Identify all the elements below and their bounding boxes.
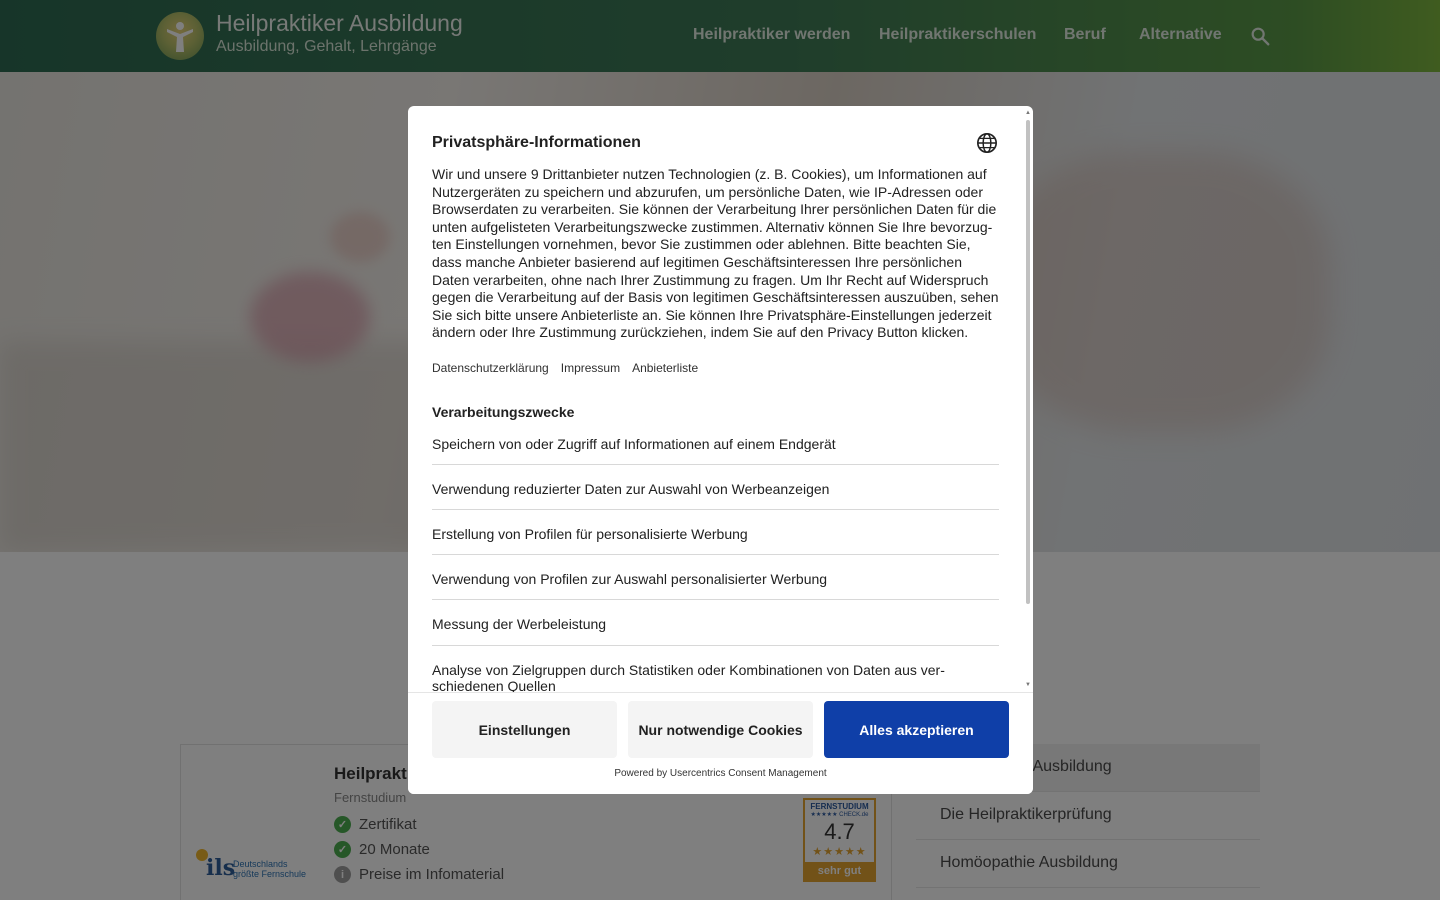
imprint-link[interactable]: Impressum: [561, 361, 620, 375]
purpose-item[interactable]: Verwendung von Profilen zur Auswahl pers…: [432, 571, 999, 600]
scrollbar-thumb[interactable]: [1026, 120, 1030, 604]
consent-title: Privatsphäre-Informationen: [432, 134, 641, 151]
settings-button[interactable]: Einstellungen: [432, 701, 617, 758]
consent-description: Wir und unsere 9 Drittanbieter nutzen Te…: [432, 166, 999, 341]
privacy-policy-link[interactable]: Datenschutzerklärung: [432, 361, 549, 375]
purpose-item[interactable]: Erstellung von Profilen für personalisie…: [432, 526, 999, 555]
consent-scroll-area[interactable]: Privatsphäre-Informationen Wir und unser…: [408, 106, 1033, 692]
purpose-item[interactable]: Messung der Werbeleistung: [432, 616, 999, 646]
purpose-item[interactable]: Analyse von Zielgruppen durch Statistike…: [432, 662, 999, 692]
powered-by-text[interactable]: Powered by Usercentrics Consent Manageme…: [408, 768, 1033, 779]
consent-footer: Einstellungen Nur notwendige Cookies All…: [408, 692, 1033, 794]
purpose-item[interactable]: Speichern von oder Zugriff auf Informati…: [432, 436, 999, 465]
consent-links: Datenschutzerklärung Impressum Anbieterl…: [432, 361, 698, 375]
purposes-heading: Verarbeitungszwecke: [432, 404, 575, 420]
globe-icon[interactable]: [976, 132, 998, 154]
necessary-cookies-button[interactable]: Nur notwendige Cookies: [628, 701, 813, 758]
scroll-up-arrow-icon[interactable]: ▲: [1025, 110, 1031, 116]
scroll-down-arrow-icon[interactable]: ▼: [1025, 682, 1031, 688]
purpose-item[interactable]: Verwendung reduzierter Daten zur Auswahl…: [432, 481, 999, 510]
accept-all-button[interactable]: Alles akzeptieren: [824, 701, 1009, 758]
vendor-list-link[interactable]: Anbieterliste: [632, 361, 698, 375]
consent-dialog: Privatsphäre-Informationen Wir und unser…: [408, 106, 1033, 794]
